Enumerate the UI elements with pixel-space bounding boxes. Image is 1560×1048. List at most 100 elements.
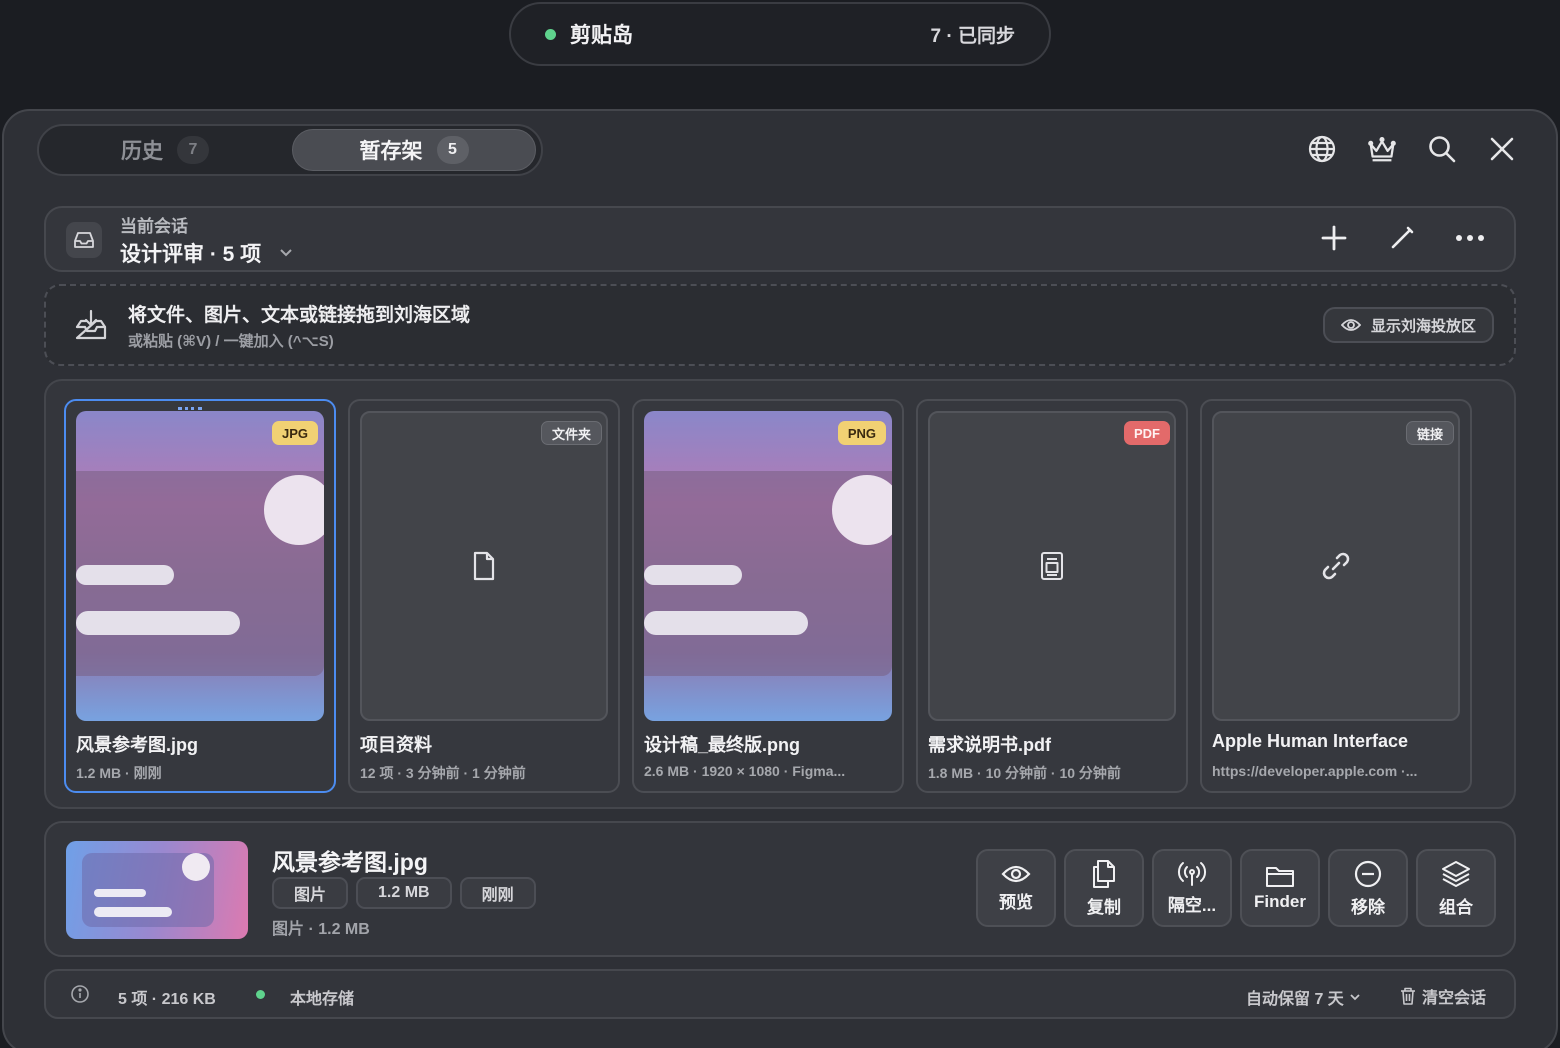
toolbar [1306, 133, 1518, 165]
card-filename: Apple Human Interface [1212, 731, 1409, 751]
detail-bar: 风景参考图.jpg 图片 1.2 MB 刚刚 图片 · 1.2 MB 预览 复制… [44, 821, 1516, 957]
notch-island[interactable]: 剪贴岛 7 · 已同步 [509, 2, 1051, 66]
pencil-icon[interactable] [1386, 222, 1418, 254]
close-icon[interactable] [1486, 133, 1518, 165]
folder-icon [1266, 867, 1294, 887]
copy-label: 复制 [1087, 897, 1121, 917]
finder-label: Finder [1254, 892, 1306, 911]
airdrop-button[interactable]: 隔空... [1152, 849, 1232, 927]
retention-dropdown[interactable]: 自动保留 7 天 [1246, 985, 1360, 1009]
chip-size: 1.2 MB [356, 877, 452, 909]
card-meta: 2.6 MB · 1920 × 1080 · Figma... [644, 763, 846, 779]
search-icon[interactable] [1426, 133, 1458, 165]
detail-subtitle: 图片 · 1.2 MB [272, 921, 370, 938]
detail-chips: 图片 1.2 MB 刚刚 [272, 877, 536, 909]
shelf-card-jpg[interactable]: JPG 风景参考图.jpg 1.2 MB · 刚刚 [64, 399, 336, 793]
drop-zone-hint: 或粘贴 (⌘V) / 一键加入 (^⌥S) [128, 333, 334, 350]
airdrop-label: 隔空... [1167, 895, 1217, 915]
detail-filename: 风景参考图.jpg [272, 849, 428, 875]
globe-icon[interactable] [1306, 133, 1338, 165]
crown-icon[interactable] [1366, 133, 1398, 165]
detail-actions: 预览 复制 隔空... Finder 移除 组合 [976, 849, 1496, 927]
remove-button[interactable]: 移除 [1328, 849, 1408, 927]
type-badge: JPG [271, 421, 318, 445]
stack-button[interactable]: 组合 [1416, 849, 1496, 927]
card-thumbnail [1212, 411, 1460, 721]
session-selector[interactable]: 当前会话 设计评审 · 5 项 [44, 206, 1516, 272]
shelf-grid: JPG 风景参考图.jpg 1.2 MB · 刚刚 文件夹 项目资料 12 项 … [44, 379, 1516, 809]
storage-status-dot [256, 990, 265, 999]
tab-shelf-label: 暂存架 [359, 140, 423, 163]
layers-icon [1442, 860, 1470, 887]
card-thumbnail [76, 411, 324, 721]
sync-status: 7 · 已同步 [930, 25, 1015, 47]
pdf-document-icon [1041, 552, 1063, 580]
type-badge: PNG [837, 421, 886, 445]
stack-label: 组合 [1439, 897, 1473, 917]
session-title-text: 设计评审 · 5 项 [120, 243, 262, 266]
sync-status-dot [545, 28, 556, 40]
more-icon[interactable] [1454, 222, 1486, 254]
drag-handle-icon[interactable] [178, 407, 202, 411]
status-footer: 5 项 · 216 KB 本地存储 自动保留 7 天 清空会话 [44, 969, 1516, 1019]
card-filename: 风景参考图.jpg [76, 735, 198, 755]
tab-history-label: 历史 [121, 140, 163, 163]
card-filename: 设计稿_最终版.png [644, 735, 800, 755]
airdrop-icon [1177, 861, 1207, 886]
eye-icon [1001, 865, 1031, 882]
type-badge: 链接 [1405, 421, 1454, 445]
chip-type: 图片 [272, 877, 349, 909]
remove-label: 移除 [1351, 897, 1385, 917]
link-icon [1322, 552, 1350, 580]
type-badge: 文件夹 [540, 421, 602, 445]
minus-circle-icon [1354, 860, 1382, 887]
tab-shelf[interactable]: 暂存架 5 [292, 129, 536, 171]
trash-icon [1400, 987, 1415, 1005]
add-session-icon[interactable] [1318, 222, 1350, 254]
preview-button[interactable]: 预览 [976, 849, 1056, 927]
app-name: 剪贴岛 [570, 24, 633, 47]
show-notch-drop-label: 显示刘海投放区 [1370, 317, 1476, 335]
card-thumbnail [360, 411, 608, 721]
drop-zone[interactable]: 将文件、图片、文本或链接拖到刘海区域 或粘贴 (⌘V) / 一键加入 (^⌥S)… [44, 284, 1516, 366]
session-label: 当前会话 [120, 217, 188, 236]
session-title: 设计评审 · 5 项 [120, 238, 293, 268]
shelf-card-png[interactable]: PNG 设计稿_最终版.png 2.6 MB · 1920 × 1080 · F… [632, 399, 904, 793]
tray-download-icon [74, 308, 108, 347]
drop-zone-title: 将文件、图片、文本或链接拖到刘海区域 [128, 305, 471, 326]
card-meta: 1.8 MB · 10 分钟前 · 10 分钟前 [928, 765, 1121, 781]
tab-history[interactable]: 历史 7 [42, 129, 288, 171]
card-meta: 1.2 MB · 刚刚 [76, 765, 162, 781]
card-filename: 项目资料 [360, 735, 432, 755]
eye-icon [1340, 319, 1361, 331]
show-notch-drop-button[interactable]: 显示刘海投放区 [1322, 307, 1494, 343]
card-meta: 12 项 · 3 分钟前 · 1 分钟前 [360, 765, 526, 781]
shelf-card-pdf[interactable]: PDF 需求说明书.pdf 1.8 MB · 10 分钟前 · 10 分钟前 [916, 399, 1188, 793]
retention-label: 自动保留 7 天 [1246, 991, 1344, 1008]
clear-session-label: 清空会话 [1421, 990, 1486, 1007]
copy-button[interactable]: 复制 [1064, 849, 1144, 927]
copy-icon [1093, 859, 1115, 888]
shelf-card-link[interactable]: 链接 Apple Human Interface https://develop… [1200, 399, 1472, 793]
preview-label: 预览 [999, 892, 1033, 912]
card-thumbnail [928, 411, 1176, 721]
chevron-down-icon [280, 249, 292, 257]
type-badge: PDF [1124, 421, 1170, 445]
inbox-tray-icon [66, 222, 102, 258]
card-thumbnail [644, 411, 892, 721]
detail-thumbnail[interactable] [66, 841, 248, 939]
storage-mode: 本地存储 [290, 991, 355, 1008]
document-icon [473, 551, 495, 581]
tab-history-count: 7 [177, 136, 209, 164]
tab-shelf-count: 5 [436, 136, 469, 164]
shelf-card-folder[interactable]: 文件夹 项目资料 12 项 · 3 分钟前 · 1 分钟前 [348, 399, 620, 793]
clear-session-button[interactable]: 清空会话 [1400, 984, 1486, 1008]
card-meta: https://developer.apple.com ·... [1212, 763, 1418, 779]
card-filename: 需求说明书.pdf [928, 735, 1051, 755]
finder-button[interactable]: Finder [1240, 849, 1320, 927]
session-actions [1318, 222, 1486, 254]
chip-time: 刚刚 [459, 877, 536, 909]
tab-bar: 历史 7 暂存架 5 [37, 124, 543, 176]
chevron-down-icon [1350, 994, 1360, 1001]
info-icon[interactable] [70, 984, 90, 1009]
